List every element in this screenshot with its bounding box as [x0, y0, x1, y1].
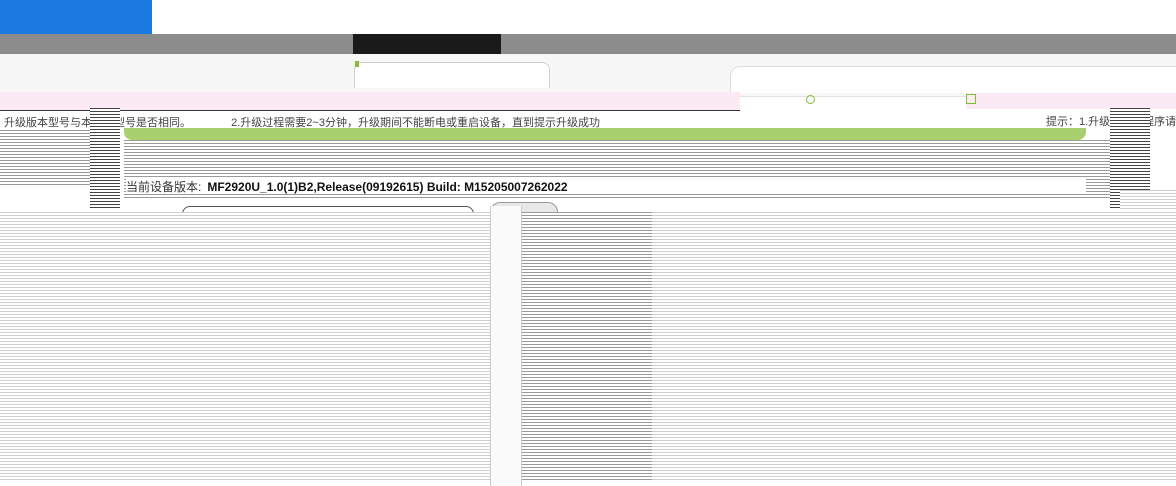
progress-bar: [124, 128, 1086, 140]
current-version-row: 当前设备版本: MF2920U_1.0(1)B2,Release(09192615…: [126, 178, 1086, 194]
current-version-value: MF2920U_1.0(1)B2,Release(09192615) Build…: [207, 180, 568, 194]
checkbox-icon[interactable]: [966, 94, 976, 105]
splitter[interactable]: [490, 206, 522, 486]
tab-active-marker: [355, 61, 359, 67]
brand-logo[interactable]: [0, 0, 152, 34]
tab-panel-right: [730, 66, 1176, 93]
right-frame-stripes: [1120, 190, 1176, 210]
top-header: [0, 0, 1176, 35]
right-hint: [966, 93, 1176, 109]
nav-band-active[interactable]: [353, 34, 501, 54]
search-icon: [806, 94, 815, 104]
log-panel: [0, 212, 490, 482]
tab-second[interactable]: [576, 62, 696, 88]
current-version-label: 当前设备版本:: [126, 180, 202, 194]
left-scrollbar[interactable]: [90, 108, 120, 208]
middle-panel: [522, 212, 652, 482]
detail-panel: [652, 212, 1176, 482]
search-indicator[interactable]: [806, 93, 936, 107]
nav-band: [0, 34, 1176, 54]
tab-firmware-upgrade[interactable]: [354, 61, 550, 88]
left-panel-stripes: [0, 130, 90, 186]
